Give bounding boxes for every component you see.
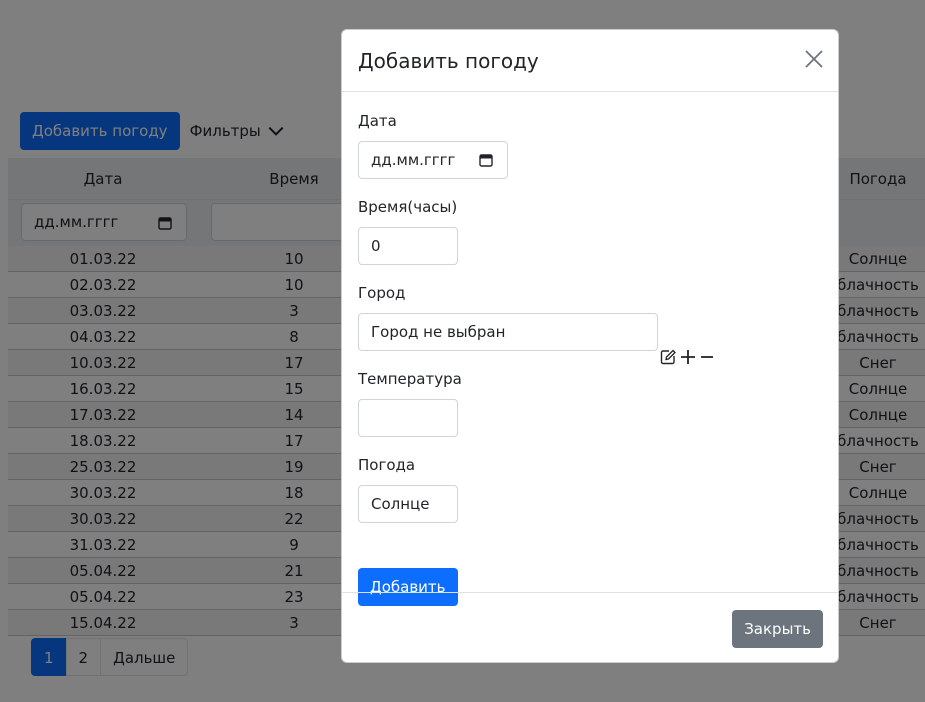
date-input[interactable]: дд.мм.гггг [358,141,508,179]
temperature-input[interactable] [358,399,458,437]
modal-header: Добавить погоду [342,30,838,92]
close-icon[interactable] [804,49,824,69]
modal-footer: Закрыть [342,592,838,662]
time-label: Время(часы) [358,198,458,216]
date-label: Дата [358,112,397,130]
modal-title: Добавить погоду [358,49,539,73]
date-placeholder: дд.мм.гггг [371,151,456,169]
plus-icon[interactable] [680,349,696,365]
weather-label: Погода [358,456,416,474]
calendar-icon[interactable] [479,153,493,167]
temperature-label: Температура [358,370,462,388]
city-select[interactable]: Город не выбран [358,313,658,351]
weather-select[interactable]: Солнце [358,485,458,523]
minus-icon[interactable] [700,349,714,365]
city-actions [660,349,714,365]
city-label: Город [358,284,406,302]
close-button[interactable]: Закрыть [732,610,823,648]
time-input[interactable]: 0 [358,227,458,265]
edit-icon[interactable] [660,349,676,365]
add-weather-modal: Добавить погоду Дата дд.мм.гггг Время(ча… [341,29,839,663]
